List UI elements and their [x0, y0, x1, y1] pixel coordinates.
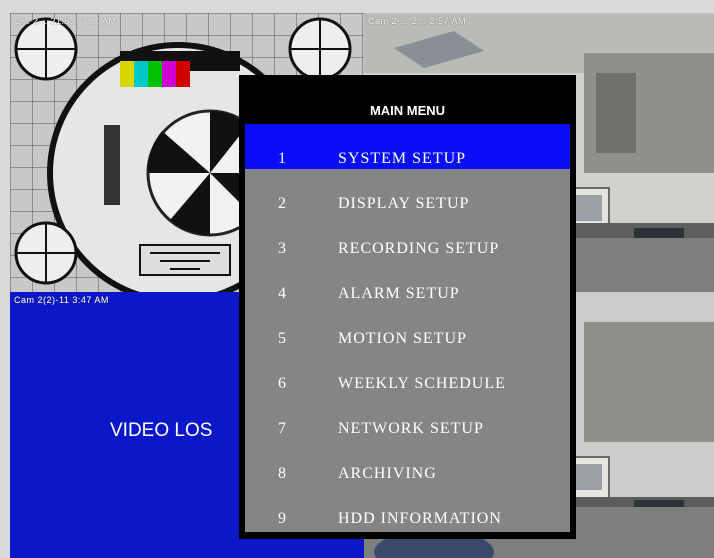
menu-item-number: 2: [278, 195, 286, 212]
menu-item-label: MOTION SETUP: [338, 330, 467, 347]
menu-item-alarm-setup[interactable]: 4 ALARM SETUP: [245, 259, 570, 304]
menu-item-label: ALARM SETUP: [338, 285, 460, 302]
menu-item-archiving[interactable]: 8 ARCHIVING: [245, 439, 570, 484]
menu-item-label: RECORDING SETUP: [338, 240, 500, 257]
menu-item-motion-setup[interactable]: 5 MOTION SETUP: [245, 304, 570, 349]
menu-item-network-setup[interactable]: 7 NETWORK SETUP: [245, 394, 570, 439]
menu-item-label: NETWORK SETUP: [338, 420, 484, 437]
menu-item-number: 5: [278, 330, 286, 347]
menu-item-label: DISPLAY SETUP: [338, 195, 470, 212]
menu-item-number: 4: [278, 285, 286, 302]
camera-1-timestamp: C... 2... 21:5... 7:... AM: [14, 16, 117, 26]
menu-title: MAIN MENU: [245, 75, 570, 124]
menu-item-number: 3: [278, 240, 286, 257]
camera-3-timestamp: Cam 2(2)-11 3:47 AM: [14, 295, 109, 305]
video-loss-label: VIDEO LOS: [110, 420, 213, 441]
dvr-display: C... 2... 21:5... 7:... AM Cam 2 ... 2..…: [10, 13, 714, 558]
menu-item-label: ARCHIVING: [338, 465, 437, 482]
menu-item-hdd-information[interactable]: 9 HDD INFORMATION: [245, 484, 570, 529]
menu-item-number: 6: [278, 375, 286, 392]
menu-item-label: HDD INFORMATION: [338, 510, 502, 527]
menu-item-number: 7: [278, 420, 286, 437]
menu-item-recording-setup[interactable]: 3 RECORDING SETUP: [245, 214, 570, 259]
menu-item-display-setup[interactable]: 2 DISPLAY SETUP: [245, 169, 570, 214]
main-menu-panel: MAIN MENU 1 SYSTEM SETUP 2 DISPLAY SETUP…: [245, 75, 570, 532]
menu-item-number: 9: [278, 510, 286, 527]
main-menu: MAIN MENU 1 SYSTEM SETUP 2 DISPLAY SETUP…: [239, 75, 576, 539]
menu-item-number: 1: [278, 150, 286, 167]
menu-item-label: SYSTEM SETUP: [338, 150, 467, 167]
menu-item-label: WEEKLY SCHEDULE: [338, 375, 506, 392]
menu-item-weekly-schedule[interactable]: 6 WEEKLY SCHEDULE: [245, 349, 570, 394]
camera-2-timestamp: Cam 2 ... 2... 2:57 AM: [368, 16, 467, 26]
menu-item-number: 8: [278, 465, 286, 482]
menu-item-system-setup[interactable]: 1 SYSTEM SETUP: [245, 124, 570, 169]
